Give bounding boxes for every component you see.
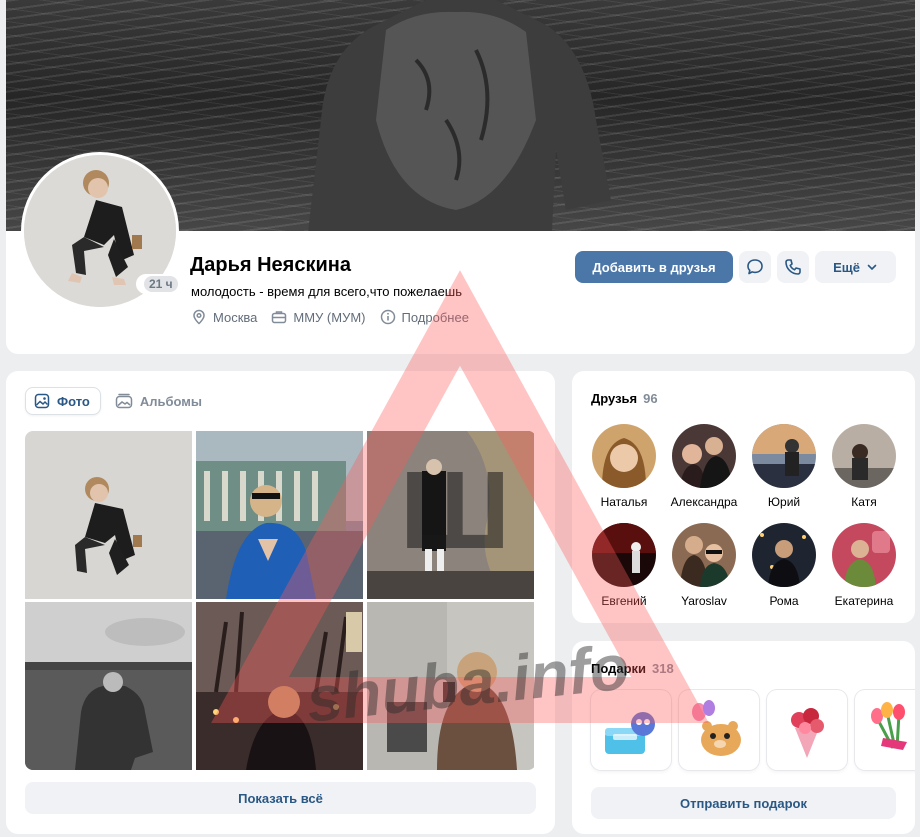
gifts-card: Подарки 318 Отправить подарок <box>572 641 915 834</box>
chevron-down-icon <box>867 264 877 271</box>
photo-image <box>367 431 534 599</box>
call-button[interactable] <box>777 251 809 283</box>
tab-photos[interactable]: Фото <box>25 387 101 415</box>
friend-name: Екатерина <box>834 594 894 608</box>
tab-albums-label: Альбомы <box>139 393 203 409</box>
friend-avatar <box>752 523 816 587</box>
friend-item[interactable]: Катя <box>824 424 904 509</box>
gift-hamster-icon <box>692 700 741 756</box>
friend-name: Рома <box>769 594 799 608</box>
photo-image <box>25 602 192 770</box>
friends-count: 96 <box>643 391 658 406</box>
photo-thumbnail[interactable] <box>196 431 363 599</box>
albums-icon <box>115 393 133 409</box>
gifts-list <box>591 690 915 770</box>
gift-cake-icon <box>605 712 655 754</box>
friend-name: Катя <box>851 495 877 509</box>
photo-image <box>196 431 363 599</box>
gift-bouquet-icon <box>791 708 824 758</box>
photo-thumbnail[interactable] <box>25 431 192 599</box>
message-button[interactable] <box>739 251 771 283</box>
profile-status: молодость - время для всего,что пожелаеш… <box>191 284 463 299</box>
friend-item[interactable]: Юрий <box>744 424 824 509</box>
profile-more-info-label: Подробнее <box>401 309 469 325</box>
friend-item[interactable]: Наталья <box>584 424 664 509</box>
gift-item[interactable] <box>679 690 759 770</box>
friend-avatar <box>672 523 736 587</box>
friend-name: Евгений <box>601 594 647 608</box>
friend-item[interactable]: Екатерина <box>824 523 904 608</box>
photo-image <box>367 602 534 770</box>
friend-name: Александра <box>670 495 738 509</box>
profile-more-info-link[interactable]: Подробнее <box>380 309 469 325</box>
phone-icon <box>785 259 801 275</box>
image-icon <box>34 393 50 409</box>
profile-info-row: Москва ММУ (МУМ) Подробнее <box>191 309 469 325</box>
send-gift-button[interactable]: Отправить подарок <box>591 787 896 819</box>
gifts-title-label: Подарки <box>591 661 647 676</box>
friends-title[interactable]: Друзья 96 <box>591 391 658 406</box>
friend-avatar <box>592 424 656 488</box>
gift-item[interactable] <box>767 690 847 770</box>
message-bubble-icon <box>747 259 763 275</box>
show-all-photos-button[interactable]: Показать всё <box>25 782 536 814</box>
friends-list: Наталья Александра Юрий Катя Евгений Yar… <box>584 424 904 608</box>
friend-avatar <box>832 523 896 587</box>
friends-title-label: Друзья <box>591 391 638 406</box>
friend-name: Наталья <box>600 495 648 509</box>
add-friend-button[interactable]: Добавить в друзья <box>575 251 733 283</box>
friend-avatar <box>752 424 816 488</box>
friend-avatar <box>672 424 736 488</box>
cover-photo-figure <box>306 0 611 245</box>
photo-image <box>196 602 363 770</box>
gifts-title[interactable]: Подарки 318 <box>591 661 674 676</box>
photo-thumbnail[interactable] <box>367 602 534 770</box>
profile-university-label: ММУ (МУМ) <box>293 309 366 325</box>
photos-card: Фото Альбомы Показать всё <box>6 371 555 834</box>
photo-image <box>25 431 192 599</box>
gift-item[interactable] <box>855 690 915 770</box>
friend-item[interactable]: Александра <box>664 424 744 509</box>
more-actions-label: Ещё <box>833 259 860 275</box>
friend-avatar <box>832 424 896 488</box>
photos-tabs: Фото Альбомы <box>25 387 212 415</box>
gift-item[interactable] <box>591 690 671 770</box>
profile-university[interactable]: ММУ (МУМ) <box>271 309 366 325</box>
photo-grid <box>25 431 536 770</box>
profile-city-label: Москва <box>213 309 258 325</box>
photo-thumbnail[interactable] <box>367 431 534 599</box>
profile-city[interactable]: Москва <box>191 309 257 325</box>
last-seen-badge: 21 ч <box>136 274 186 294</box>
friend-avatar <box>592 523 656 587</box>
tab-photos-label: Фото <box>57 393 90 409</box>
photo-thumbnail[interactable] <box>25 602 192 770</box>
gifts-count: 318 <box>652 661 674 676</box>
friends-card: Друзья 96 Наталья Александра Юрий Катя Е… <box>572 371 915 623</box>
photo-thumbnail[interactable] <box>196 602 363 770</box>
friend-name: Yaroslav <box>681 594 727 608</box>
info-icon <box>380 309 395 325</box>
gift-tulips-icon <box>871 702 907 750</box>
friend-item[interactable]: Yaroslav <box>664 523 744 608</box>
location-pin-icon <box>193 309 205 325</box>
friend-item[interactable]: Евгений <box>584 523 664 608</box>
friend-name: Юрий <box>767 495 801 509</box>
friend-item[interactable]: Рома <box>744 523 824 608</box>
briefcase-icon <box>272 311 287 324</box>
tab-albums[interactable]: Альбомы <box>107 387 212 415</box>
more-actions-button[interactable]: Ещё <box>815 251 896 283</box>
profile-name: Дарья Неяскина <box>190 254 351 276</box>
